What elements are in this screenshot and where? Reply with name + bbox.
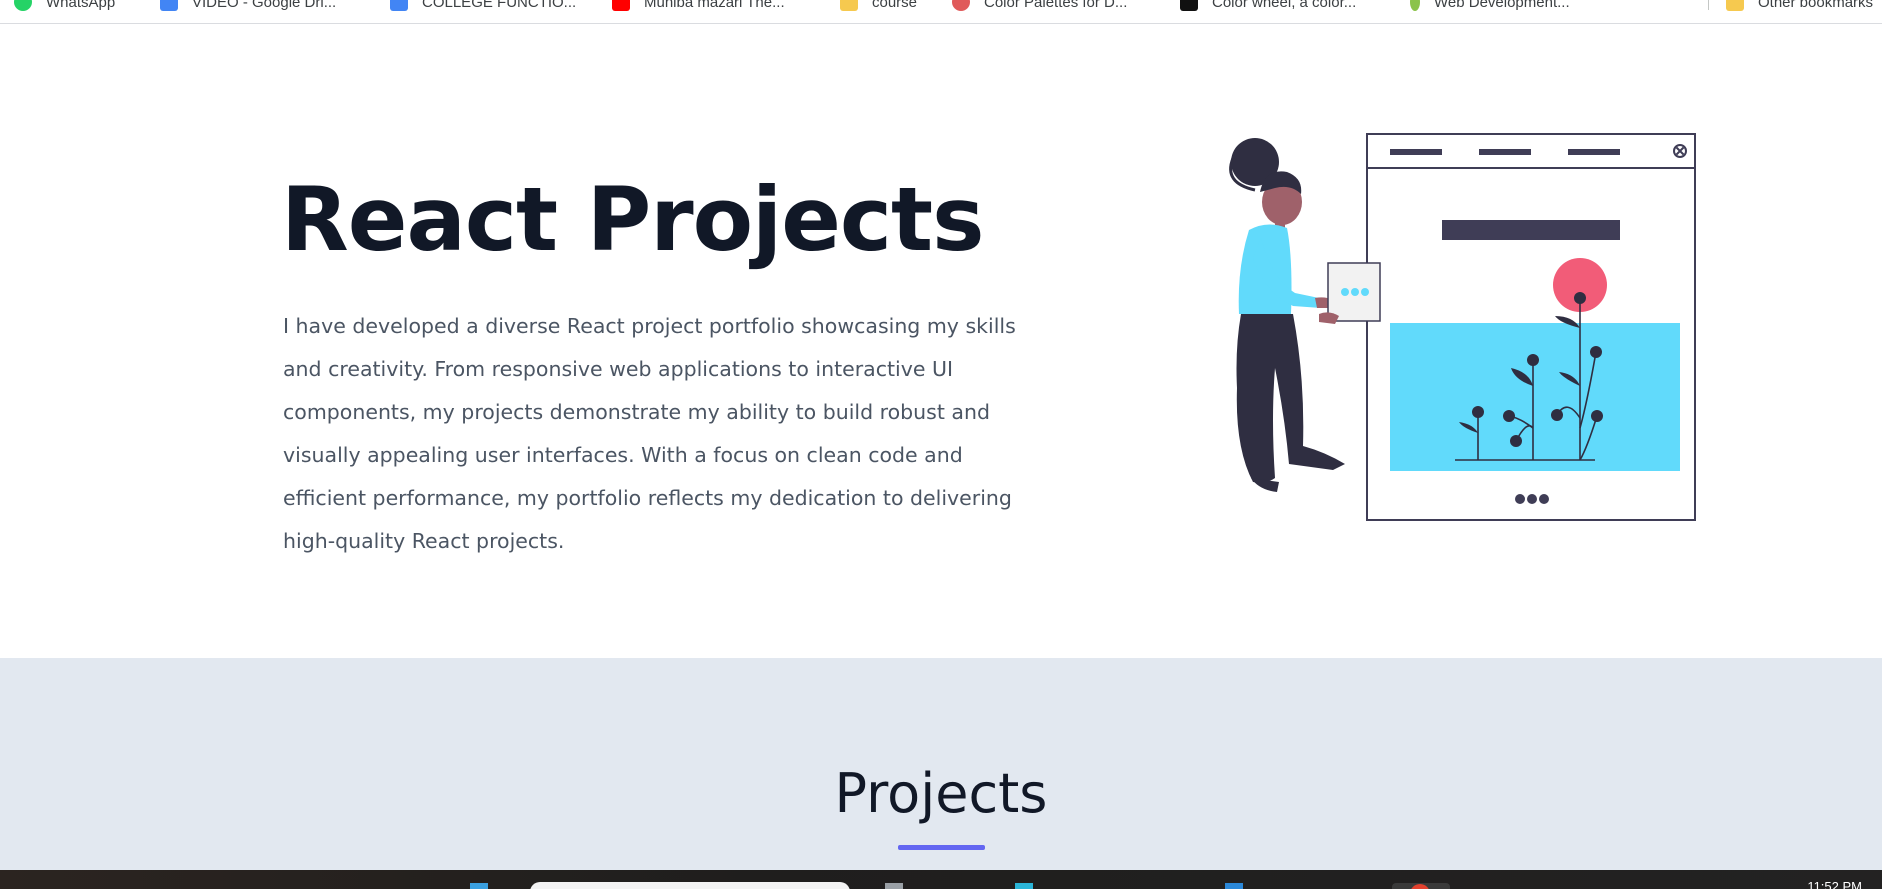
google-drive-icon xyxy=(160,0,178,11)
bookmarks-bar: WhatsApp VIDEO - Google Dri... COLLEGE F… xyxy=(0,0,1882,24)
palette-icon xyxy=(952,0,970,11)
folder-icon xyxy=(1726,0,1744,11)
bookmarks-separator xyxy=(1708,0,1709,10)
hero-title: React Projects xyxy=(281,168,985,271)
bookmark-label: WhatsApp xyxy=(46,0,116,11)
bookmark-whatsapp[interactable]: WhatsApp xyxy=(14,0,115,13)
bookmark-course[interactable]: course xyxy=(840,0,917,13)
bookmark-color-palettes[interactable]: Color Palettes for D... xyxy=(952,0,1127,13)
google-drive-icon xyxy=(390,0,408,11)
chrome-icon xyxy=(1410,884,1430,889)
pagination-dots xyxy=(1515,494,1549,504)
taskbar-search-box[interactable] xyxy=(530,882,850,889)
heading-placeholder-bar xyxy=(1442,220,1620,240)
bookmark-label: COLLEGE FUNCTIO... xyxy=(422,0,577,11)
bookmark-label: Muniba mazari The... xyxy=(644,0,785,11)
windows-start-icon[interactable] xyxy=(470,883,488,889)
folder-icon xyxy=(840,0,858,11)
bookmark-video-drive[interactable]: VIDEO - Google Dri... xyxy=(160,0,336,13)
os-taskbar: 11:52 PM xyxy=(0,870,1882,889)
web-dev-icon xyxy=(1410,0,1420,11)
hero-description: I have developed a diverse React project… xyxy=(283,314,1016,553)
browser-tab-bar xyxy=(1390,149,1442,155)
browser-tab-bar xyxy=(1568,149,1620,155)
bookmark-label: VIDEO - Google Dri... xyxy=(192,0,337,11)
bookmark-label: Color wheel, a color... xyxy=(1212,0,1357,11)
bookmark-color-wheel[interactable]: Color wheel, a color... xyxy=(1180,0,1356,13)
bookmark-college-functio[interactable]: COLLEGE FUNCTIO... xyxy=(390,0,576,13)
projects-title-underline xyxy=(898,845,985,850)
youtube-icon xyxy=(612,0,630,11)
bookmark-other-bookmarks[interactable]: Other bookmarks xyxy=(1726,0,1873,13)
browser-tab-bar xyxy=(1479,149,1531,155)
bookmark-label: Color Palettes for D... xyxy=(984,0,1128,11)
edge-icon[interactable] xyxy=(1015,883,1033,889)
bookmark-label: Other bookmarks xyxy=(1758,0,1874,11)
bookmark-label: Web Development... xyxy=(1434,0,1570,11)
developer-illustration xyxy=(1229,133,1696,521)
bookmark-web-development[interactable]: Web Development... xyxy=(1410,0,1570,13)
vscode-icon[interactable] xyxy=(1225,883,1243,889)
tablet-dots xyxy=(1341,288,1369,296)
taskbar-clock[interactable]: 11:52 PM xyxy=(1807,879,1862,889)
bookmark-label: course xyxy=(872,0,918,11)
bookmark-muniba-mazari[interactable]: Muniba mazari The... xyxy=(612,0,785,13)
projects-title: Projects xyxy=(834,762,1048,825)
task-view-icon[interactable] xyxy=(885,883,903,889)
chrome-taskbar-button[interactable] xyxy=(1392,883,1450,889)
whatsapp-icon xyxy=(14,0,32,11)
projects-section: Projects xyxy=(0,658,1882,870)
content-panel xyxy=(1390,323,1680,471)
canva-icon xyxy=(1180,0,1198,11)
